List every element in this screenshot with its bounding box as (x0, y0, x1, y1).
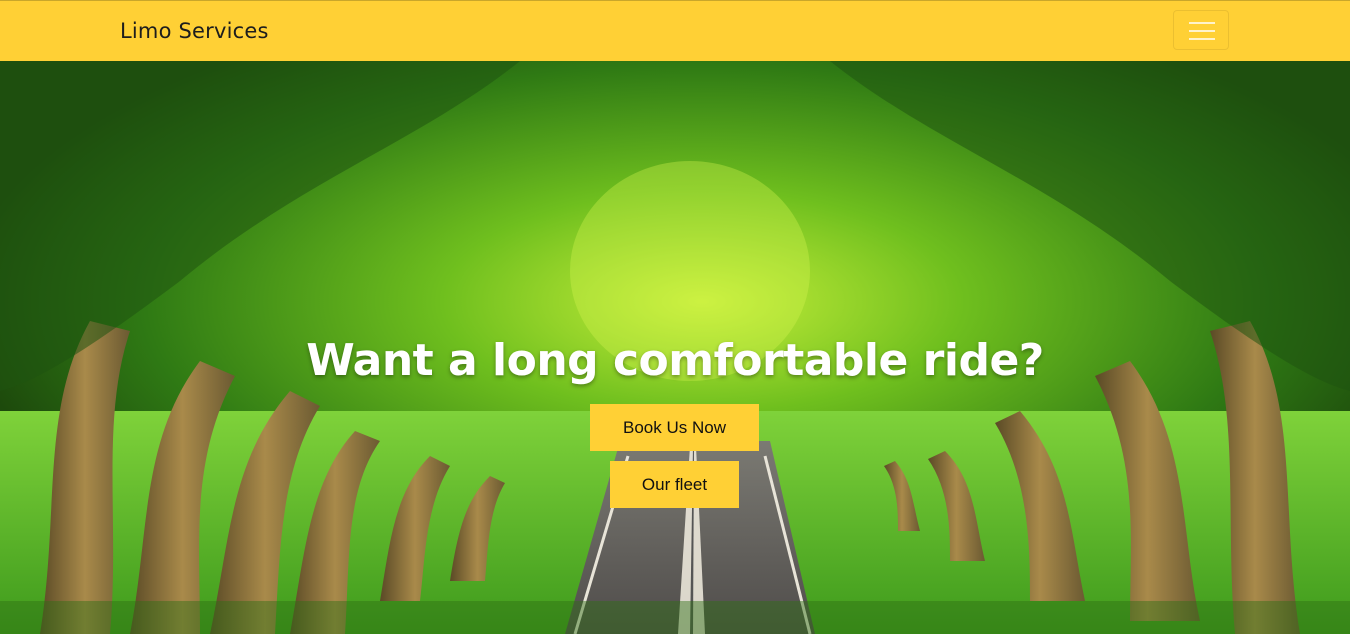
book-us-now-button[interactable]: Book Us Now (590, 404, 759, 451)
hamburger-icon-line (1189, 38, 1215, 40)
hero-section: Want a long comfortable ride? (0, 61, 1350, 634)
menu-toggle-button[interactable] (1173, 10, 1229, 50)
our-fleet-button[interactable]: Our fleet (610, 461, 739, 508)
brand-link[interactable]: Limo Services (120, 19, 269, 43)
top-navbar: Limo Services (0, 0, 1350, 61)
hamburger-icon (1189, 22, 1215, 24)
hamburger-icon-line (1189, 30, 1215, 32)
hero-headline: Want a long comfortable ride? (306, 335, 1044, 386)
